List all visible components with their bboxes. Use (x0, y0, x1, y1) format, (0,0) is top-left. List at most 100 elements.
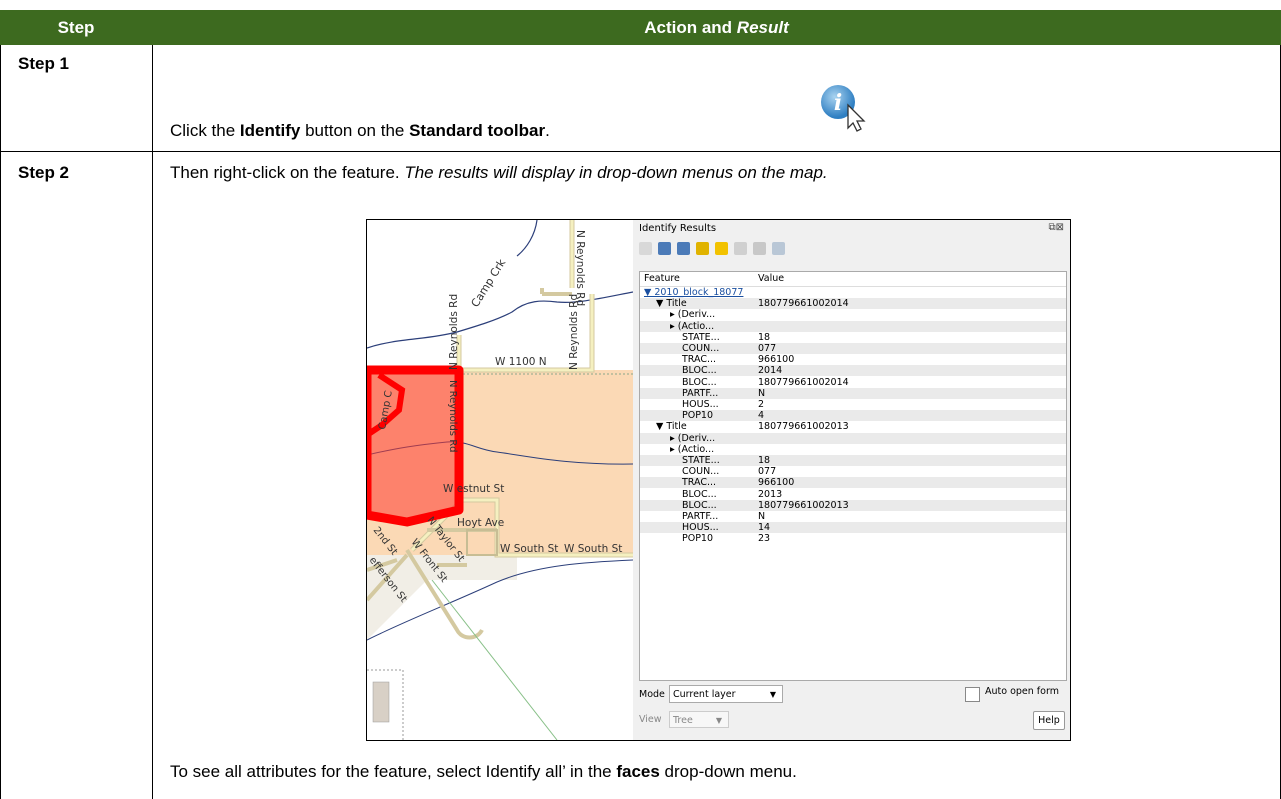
tree-row[interactable]: ▸ (Actio... (640, 320, 1066, 332)
tree-header: Feature Value (640, 272, 1066, 287)
tree-row-feature: ▸ (Actio... (670, 320, 715, 332)
print-icon[interactable] (753, 241, 766, 255)
tree-row[interactable]: PARTF... N (640, 387, 1066, 399)
copy-icon[interactable] (734, 241, 747, 255)
expand-tree-icon[interactable] (639, 241, 652, 255)
collapse-all-icon[interactable] (677, 241, 690, 255)
tree-row-value: 23 (758, 533, 771, 545)
table-header: Step Action and Result (0, 10, 1281, 45)
tree-row-feature: ▼ Title (656, 421, 687, 433)
tree-row-value: 4 (758, 410, 765, 422)
tree-row-feature: TRAC... (682, 354, 717, 366)
view-label: View (639, 714, 662, 725)
qgis-screenshot: Camp Crk N Reynolds Rd N Reynolds Rd N R… (366, 219, 1071, 741)
chevron-down-icon: ▼ (715, 716, 722, 725)
tree-row[interactable]: ▸ (Deriv... (640, 432, 1066, 444)
tree-row[interactable]: ▼ 2010_block_18077 (640, 287, 1066, 298)
header-step: Step (57, 18, 95, 37)
tree-row-value: 18 (758, 455, 771, 466)
tree-row-value: 14 (758, 522, 771, 534)
tree-row-feature: HOUS... (682, 522, 719, 534)
step-2-bottom-text: To see all attributes for the feature, s… (170, 762, 797, 781)
tree-row-feature: ▼ 2010_block_18077 (644, 287, 744, 298)
table-column-divider (152, 45, 153, 799)
identify-results-panel: Identify Results ⧉⊠ Feature Value ▼ 2010… (633, 220, 1070, 740)
table-left-border (0, 45, 1, 799)
mode-select[interactable]: Current layer ▼ (669, 685, 783, 703)
tree-row[interactable]: HOUS... 2 (640, 399, 1066, 410)
tree-row-feature: BLOC... (682, 376, 717, 388)
row-divider (0, 151, 1281, 152)
tree-row-value: 2014 (758, 365, 783, 377)
chevron-down-icon: ▼ (769, 690, 776, 699)
tree-row-feature: BLOC... (682, 365, 717, 377)
map-label-n-reynolds-rd-mid: N Reynolds Rd (568, 294, 580, 370)
expand-all-icon[interactable] (696, 241, 709, 255)
map-canvas: Camp Crk N Reynolds Rd N Reynolds Rd N R… (367, 220, 633, 740)
tree-row[interactable]: POP10 23 (640, 533, 1066, 544)
tree-row[interactable]: BLOC... 2013 (640, 489, 1066, 500)
tree-row[interactable]: COUN... 077 (640, 466, 1066, 477)
tree-row-feature: ▸ (Deriv... (670, 309, 716, 321)
tree-row-feature: BLOC... (682, 488, 717, 500)
map-label-w-south-2: W South St (564, 543, 622, 555)
expand-new-results-icon[interactable] (658, 241, 671, 255)
panel-toolbar (639, 239, 785, 257)
tree-row-feature: STATE... (682, 455, 720, 466)
step-2-text: Then right-click on the feature. The res… (170, 163, 828, 182)
tree-row-value: 180779661002014 (758, 298, 849, 310)
tree-row[interactable]: ▼ Title 180779661002013 (640, 421, 1066, 432)
panel-window-controls[interactable]: ⧉⊠ (1048, 222, 1064, 233)
tree-row[interactable]: ▼ Title 180779661002014 (640, 298, 1066, 310)
tree-row[interactable]: HOUS... 14 (640, 522, 1066, 534)
tree-row[interactable]: ▸ (Deriv... (640, 309, 1066, 320)
tree-row-feature: TRAC... (682, 477, 717, 489)
tree-row[interactable]: POP10 4 (640, 410, 1066, 422)
step-1-text: Click the Identify button on the Standar… (170, 121, 550, 140)
step-2-label: Step 2 (18, 163, 70, 182)
tree-row-feature: BLOC... (682, 499, 717, 511)
clear-results-icon[interactable] (715, 241, 728, 255)
view-select[interactable]: Tree ▼ (669, 711, 729, 728)
tree-row-feature: STATE... (682, 331, 720, 343)
auto-open-form-checkbox[interactable] (965, 687, 980, 702)
tree-row-feature: COUN... (682, 466, 720, 478)
tree-row-value: 180779661002013 (758, 421, 849, 433)
tree-row-feature: ▸ (Actio... (670, 443, 715, 455)
results-tree: Feature Value ▼ 2010_block_18077 ▼ Title 1… (639, 271, 1067, 681)
select-features-icon[interactable] (772, 241, 785, 255)
tree-row-value: N (758, 387, 766, 399)
tree-row[interactable]: BLOC... 180779661002014 (640, 377, 1066, 388)
tree-row-feature: ▸ (Deriv... (670, 432, 716, 444)
tree-row-value: 2 (758, 399, 765, 410)
tree-row-value: 077 (758, 343, 777, 354)
tree-row-value: 180779661002013 (758, 499, 849, 511)
tree-row-feature: PARTF... (682, 387, 719, 399)
tree-row[interactable]: PARTF... N (640, 511, 1066, 522)
tree-row[interactable]: STATE... 18 (640, 455, 1066, 466)
tree-row-feature: POP10 (682, 410, 714, 422)
column-value[interactable]: Value (758, 273, 784, 284)
tree-row[interactable]: TRAC... 966100 (640, 477, 1066, 489)
tree-row[interactable]: BLOC... 180779661002013 (640, 499, 1066, 511)
map-label-chestnut: W estnut St (443, 483, 504, 495)
header-action-result: Action and Result (644, 18, 789, 37)
tree-row-value: 18 (758, 331, 771, 343)
mode-label: Mode (639, 689, 665, 700)
column-feature[interactable]: Feature (644, 273, 680, 284)
map-label-n-reynolds-rd-left: N Reynolds Rd (448, 294, 460, 370)
help-button[interactable]: Help (1033, 711, 1065, 730)
tree-row[interactable]: STATE... 18 (640, 332, 1066, 343)
tree-row-value: 966100 (758, 354, 795, 366)
identify-tool-icon: i (821, 85, 866, 132)
tree-row[interactable]: COUN... 077 (640, 343, 1066, 354)
map-label-n-reynolds-vertical: N Reynolds Rd (447, 380, 458, 453)
svg-text:i: i (834, 90, 842, 116)
tree-row[interactable]: TRAC... 966100 (640, 354, 1066, 365)
tree-row[interactable]: ▸ (Actio... (640, 444, 1066, 455)
tree-row-feature: ▼ Title (656, 298, 687, 310)
tree-row[interactable]: BLOC... 2014 (640, 365, 1066, 377)
tree-row-value: 077 (758, 466, 777, 478)
auto-open-form-label: Auto open form (985, 686, 1059, 697)
tree-row-value: 2013 (758, 488, 783, 500)
